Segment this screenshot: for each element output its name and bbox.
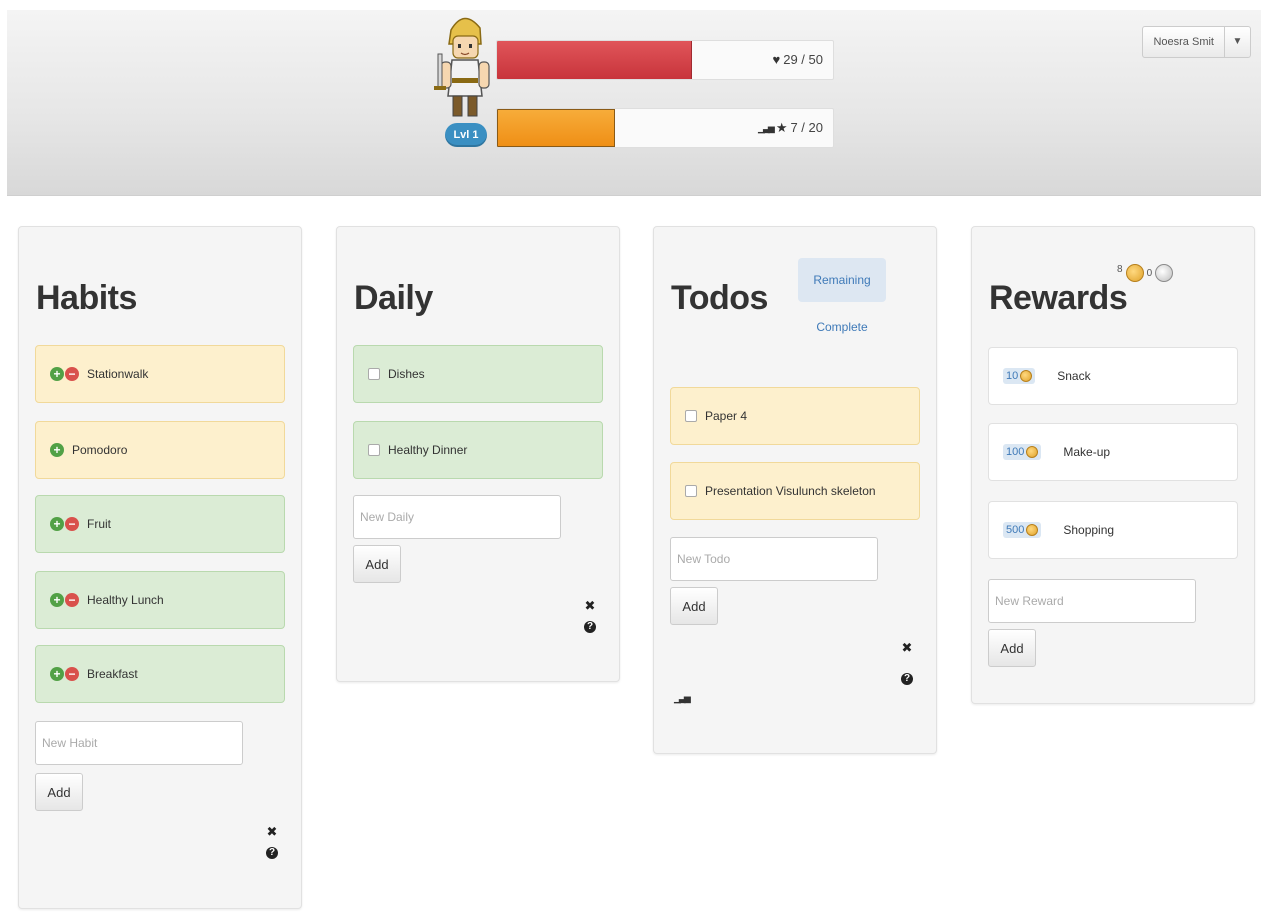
plus-icon[interactable]: + <box>50 517 64 531</box>
experience-bar-text: ▁▃▅ ★ 7 / 20 <box>758 109 823 147</box>
daily-label: Dishes <box>388 367 425 381</box>
daily-item[interactable]: Dishes <box>353 345 603 403</box>
gold-count: 8 <box>1117 263 1123 275</box>
tab-remaining[interactable]: Remaining <box>798 258 886 302</box>
close-icon[interactable]: ✖ <box>583 599 597 613</box>
reward-cost-value: 100 <box>1006 446 1025 458</box>
star-icon: ★ <box>775 120 788 135</box>
help-icon[interactable]: ? <box>266 847 278 859</box>
daily-label: Healthy Dinner <box>388 443 468 457</box>
reward-cost[interactable]: 500 <box>1003 522 1042 538</box>
add-todo-button[interactable]: Add <box>670 587 718 625</box>
level-badge: Lvl 1 <box>445 123 487 147</box>
avatar[interactable] <box>434 10 494 122</box>
habit-item[interactable]: + − Stationwalk <box>35 345 285 403</box>
gold-coin-icon <box>1125 264 1144 282</box>
health-value: 29 / 50 <box>783 52 823 67</box>
todo-label: Paper 4 <box>705 409 748 423</box>
habit-item[interactable]: + − Fruit <box>35 495 285 553</box>
habit-label: Breakfast <box>87 667 138 681</box>
health-bar-fill <box>497 41 692 79</box>
health-bar: ♥ 29 / 50 <box>496 40 834 80</box>
checkbox[interactable] <box>685 485 697 497</box>
habit-item[interactable]: + − Healthy Lunch <box>35 571 285 629</box>
reward-label: Snack <box>1057 369 1091 383</box>
plus-icon[interactable]: + <box>50 667 64 681</box>
reward-label: Shopping <box>1063 523 1115 537</box>
plus-icon[interactable]: + <box>50 593 64 607</box>
checkbox[interactable] <box>368 444 380 456</box>
silver-coin-icon <box>1155 264 1174 282</box>
daily-title: Daily <box>354 279 433 317</box>
chart-icon[interactable]: ▁▃▅ <box>674 693 691 704</box>
user-menu[interactable]: Noesra Smit ▼ <box>1142 26 1251 58</box>
new-reward-input[interactable] <box>988 579 1196 623</box>
todo-label: Presentation Visulunch skeleton <box>705 484 876 498</box>
plus-icon[interactable]: + <box>50 367 64 381</box>
experience-value: 7 / 20 <box>790 120 823 135</box>
currency-display: 8 0 <box>1117 263 1174 282</box>
help-icon[interactable]: ? <box>901 673 913 685</box>
close-icon[interactable]: ✖ <box>900 641 914 655</box>
todos-title: Todos <box>671 279 768 317</box>
checkbox[interactable] <box>368 368 380 380</box>
reward-item[interactable]: 100 Make-up <box>988 423 1238 481</box>
minus-icon[interactable]: − <box>65 367 79 381</box>
health-bar-text: ♥ 29 / 50 <box>773 41 823 79</box>
gold-coin-icon <box>1026 524 1039 536</box>
rewards-column: Rewards 8 0 10 Snack 100 Make-up 500 Sho… <box>971 226 1255 704</box>
habit-item[interactable]: + − Breakfast <box>35 645 285 703</box>
minus-icon[interactable]: − <box>65 667 79 681</box>
plus-icon[interactable]: + <box>50 443 64 457</box>
chart-icon[interactable]: ▁▃▅ <box>758 109 775 147</box>
chevron-down-icon[interactable]: ▼ <box>1224 27 1250 57</box>
daily-column: Daily Dishes Healthy Dinner Add ✖ ? <box>336 226 620 682</box>
habits-title: Habits <box>36 279 137 317</box>
reward-label: Make-up <box>1063 445 1111 459</box>
reward-cost[interactable]: 100 <box>1003 444 1042 460</box>
silver-count: 0 <box>1146 267 1153 279</box>
experience-bar-fill <box>497 109 615 147</box>
habit-item[interactable]: + Pomodoro <box>35 421 285 479</box>
minus-icon[interactable]: − <box>65 593 79 607</box>
minus-icon[interactable]: − <box>65 517 79 531</box>
todos-column: Todos Remaining Complete Paper 4 Present… <box>653 226 937 754</box>
todo-item[interactable]: Presentation Visulunch skeleton <box>670 462 920 520</box>
tab-complete[interactable]: Complete <box>798 316 886 338</box>
help-icon[interactable]: ? <box>584 621 596 633</box>
todo-item[interactable]: Paper 4 <box>670 387 920 445</box>
rewards-title: Rewards <box>989 279 1128 317</box>
add-reward-button[interactable]: Add <box>988 629 1036 667</box>
checkbox[interactable] <box>685 410 697 422</box>
habit-label: Healthy Lunch <box>87 593 164 607</box>
user-name[interactable]: Noesra Smit <box>1143 27 1224 57</box>
habit-label: Stationwalk <box>87 367 149 381</box>
habits-column: Habits + − Stationwalk + Pomodoro + − Fr… <box>18 226 302 909</box>
close-icon[interactable]: ✖ <box>265 825 279 839</box>
reward-item[interactable]: 10 Snack <box>988 347 1238 405</box>
add-habit-button[interactable]: Add <box>35 773 83 811</box>
new-habit-input[interactable] <box>35 721 243 765</box>
new-todo-input[interactable] <box>670 537 878 581</box>
header-bar: Lvl 1 ♥ 29 / 50 ▁▃▅ ★ 7 / 20 Noesra Smit… <box>7 10 1261 196</box>
gold-coin-icon <box>1020 370 1033 382</box>
experience-bar: ▁▃▅ ★ 7 / 20 <box>496 108 834 148</box>
reward-cost-value: 500 <box>1006 524 1025 536</box>
habit-label: Fruit <box>87 517 111 531</box>
new-daily-input[interactable] <box>353 495 561 539</box>
gold-coin-icon <box>1026 446 1039 458</box>
habit-label: Pomodoro <box>72 443 128 457</box>
daily-item[interactable]: Healthy Dinner <box>353 421 603 479</box>
reward-cost[interactable]: 10 <box>1003 368 1036 384</box>
heart-icon: ♥ <box>772 52 781 67</box>
reward-cost-value: 10 <box>1006 370 1019 382</box>
add-daily-button[interactable]: Add <box>353 545 401 583</box>
reward-item[interactable]: 500 Shopping <box>988 501 1238 559</box>
